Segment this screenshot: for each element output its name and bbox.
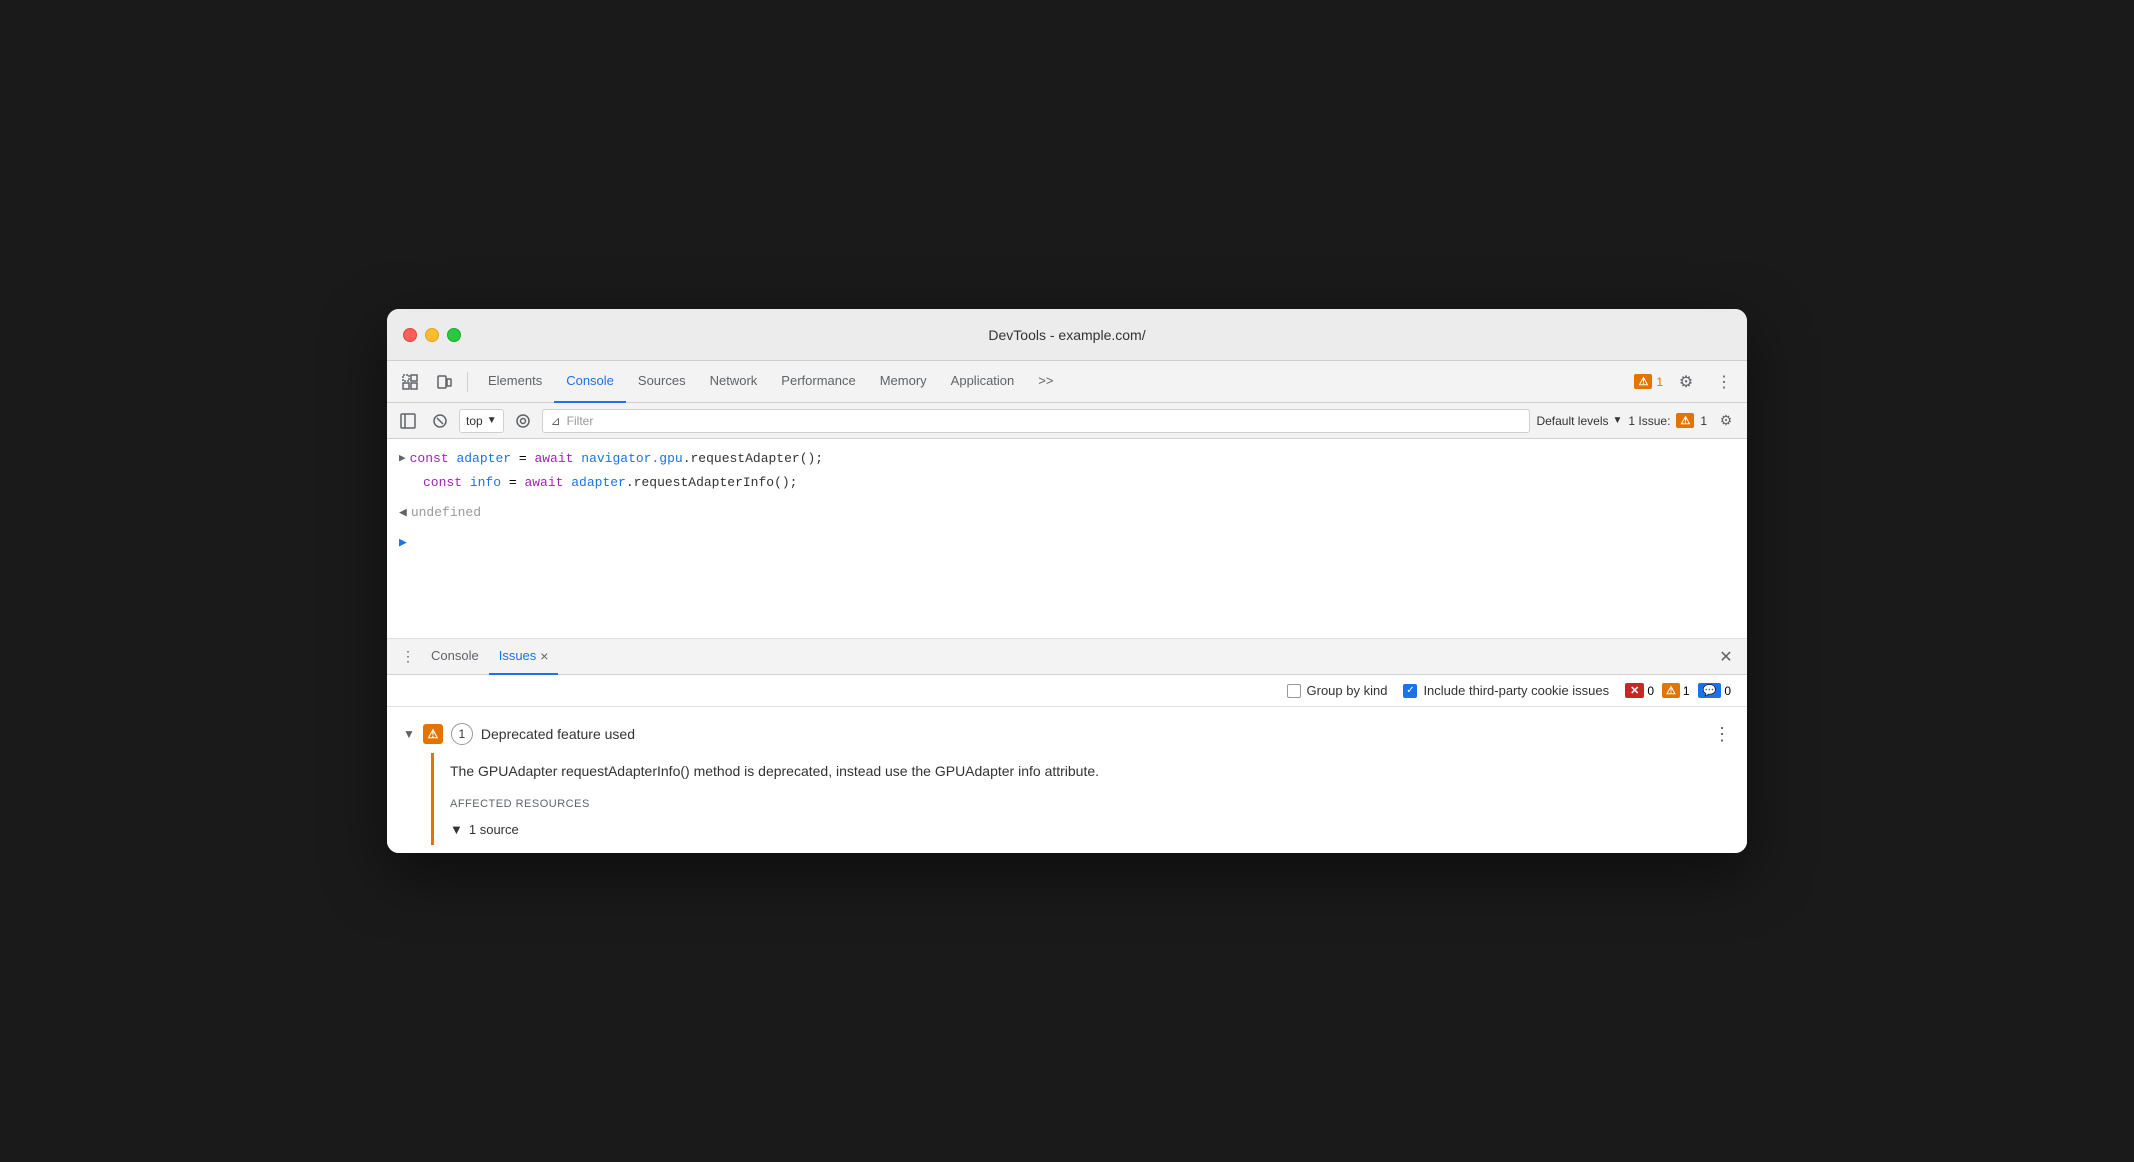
warning-count-icon: ⚠ [1662, 683, 1680, 698]
device-toggle-icon[interactable] [429, 367, 459, 397]
info-icon: 💬 [1698, 683, 1722, 698]
panel-tab-console[interactable]: Console [421, 639, 489, 675]
expand-icon[interactable]: ▶ [399, 449, 406, 469]
issue-description: The GPUAdapter requestAdapterInfo() meth… [450, 761, 1731, 782]
issue-count-display[interactable]: 1 Issue: ⚠ 1 [1628, 413, 1707, 428]
tab-close-icon[interactable]: × [540, 648, 548, 664]
panel-more-icon[interactable]: ⋮ [395, 644, 421, 670]
chevron-down-icon: ▼ [403, 727, 415, 741]
window-title: DevTools - example.com/ [988, 327, 1145, 343]
warning-badge[interactable]: ⚠ 1 [1634, 374, 1663, 389]
issue-warning-badge: ⚠ [1676, 413, 1694, 428]
context-selector[interactable]: top ▼ [459, 409, 504, 433]
issues-content: ▼ ⚠ 1 Deprecated feature used ⋮ The GPUA… [387, 707, 1747, 853]
group-by-kind-checkbox[interactable]: Group by kind [1287, 683, 1388, 698]
traffic-lights [403, 328, 461, 342]
clear-icon[interactable] [427, 408, 453, 434]
issue-detail: The GPUAdapter requestAdapterInfo() meth… [431, 753, 1747, 845]
issue-warning-icon: ⚠ [423, 724, 443, 744]
live-expression-icon[interactable] [510, 408, 536, 434]
panel-tab-issues[interactable]: Issues × [489, 639, 559, 675]
panel-tab-bar: ⋮ Console Issues × ✕ [387, 639, 1747, 675]
filter-input[interactable]: ⊿ Filter [542, 409, 1531, 433]
tab-bar: Elements Console Sources Network Perform… [476, 361, 1630, 403]
inspect-icon[interactable] [395, 367, 425, 397]
minimize-button[interactable] [425, 328, 439, 342]
issue-more-options[interactable]: ⋮ [1713, 724, 1731, 745]
title-bar: DevTools - example.com/ [387, 309, 1747, 361]
console-toolbar: top ▼ ⊿ Filter Default levels ▼ 1 Issue:… [387, 403, 1747, 439]
filter-icon: ⊿ [551, 414, 561, 428]
tab-application[interactable]: Application [939, 361, 1027, 403]
bottom-panel: ⋮ Console Issues × ✕ Group by kind ✓ Inc… [387, 639, 1747, 853]
toolbar-separator [467, 372, 468, 392]
console-return: ◀ undefined [399, 501, 1735, 525]
issue-count-circle: 1 [451, 723, 473, 745]
error-count-badge: ✕ 0 [1625, 683, 1654, 698]
tab-more[interactable]: >> [1026, 361, 1065, 403]
issue-title: Deprecated feature used [481, 726, 1705, 742]
tab-sources[interactable]: Sources [626, 361, 698, 403]
console-line-1: ▶ const adapter = await navigator.gpu.re… [399, 447, 1735, 471]
log-levels-selector[interactable]: Default levels ▼ [1536, 414, 1622, 428]
devtools-window: DevTools - example.com/ Elements Console [387, 309, 1747, 853]
console-prompt[interactable]: ▶ [399, 531, 1735, 555]
tab-memory[interactable]: Memory [868, 361, 939, 403]
console-settings-icon[interactable]: ⚙ [1713, 408, 1739, 434]
prompt-icon: ▶ [399, 533, 407, 553]
affected-resources-label: AFFECTED RESOURCES [450, 798, 1731, 810]
warning-count-badge: ⚠ 1 [1662, 683, 1690, 698]
settings-icon[interactable]: ⚙ [1671, 367, 1701, 397]
chevron-down-icon: ▼ [450, 822, 463, 837]
more-options-icon[interactable]: ⋮ [1709, 367, 1739, 397]
chevron-down-icon: ▼ [487, 415, 497, 426]
console-line-2: const info = await adapter.requestAdapte… [399, 471, 1735, 495]
source-toggle[interactable]: ▼ 1 source [450, 822, 1731, 837]
tab-network[interactable]: Network [698, 361, 770, 403]
devtools-toolbar: Elements Console Sources Network Perform… [387, 361, 1747, 403]
panel-close-button[interactable]: ✕ [1713, 644, 1739, 670]
error-icon: ✕ [1625, 683, 1644, 698]
third-party-checkbox-box[interactable]: ✓ [1403, 684, 1417, 698]
third-party-checkbox[interactable]: ✓ Include third-party cookie issues [1403, 683, 1609, 698]
tab-performance[interactable]: Performance [769, 361, 867, 403]
maximize-button[interactable] [447, 328, 461, 342]
close-button[interactable] [403, 328, 417, 342]
console-content: ▶ const adapter = await navigator.gpu.re… [387, 439, 1747, 639]
toolbar-right: ⚠ 1 ⚙ ⋮ [1634, 367, 1739, 397]
issues-counts: ✕ 0 ⚠ 1 💬 0 [1625, 683, 1731, 698]
group-by-kind-checkbox-box[interactable] [1287, 684, 1301, 698]
warning-icon-badge: ⚠ [1634, 374, 1652, 389]
tab-console[interactable]: Console [554, 361, 626, 403]
sidebar-toggle-icon[interactable] [395, 408, 421, 434]
tab-elements[interactable]: Elements [476, 361, 554, 403]
chevron-down-icon: ▼ [1613, 415, 1623, 426]
issue-group-header[interactable]: ▼ ⚠ 1 Deprecated feature used ⋮ [387, 715, 1747, 753]
issues-filter-bar: Group by kind ✓ Include third-party cook… [387, 675, 1747, 707]
return-arrow-icon: ◀ [399, 503, 407, 523]
info-count-badge: 💬 0 [1698, 683, 1731, 698]
